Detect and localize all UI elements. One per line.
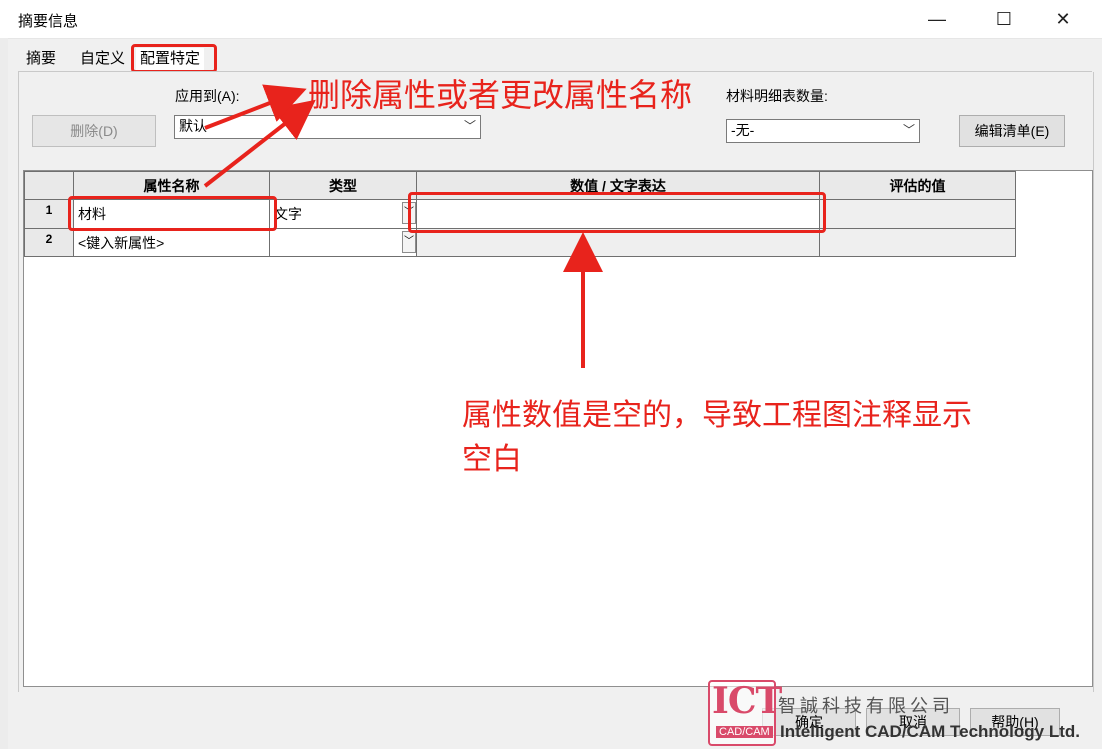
arrow-to-apply — [204, 84, 307, 130]
watermark-company-cn: 智誠科技有限公司 — [778, 696, 954, 717]
watermark-company-en: Intelligent CAD/CAM Technology Ltd. — [780, 722, 1080, 741]
watermark-logo-sub: CAD/CAM — [716, 726, 773, 738]
annotation-bottom-line2: 空白 — [462, 442, 522, 477]
annotation-bottom-line1: 属性数值是空的，导致工程图注释显示 — [462, 398, 972, 433]
annotation-top: 删除属性或者更改属性名称 — [308, 76, 693, 114]
watermark-logo: ICT — [712, 680, 782, 722]
